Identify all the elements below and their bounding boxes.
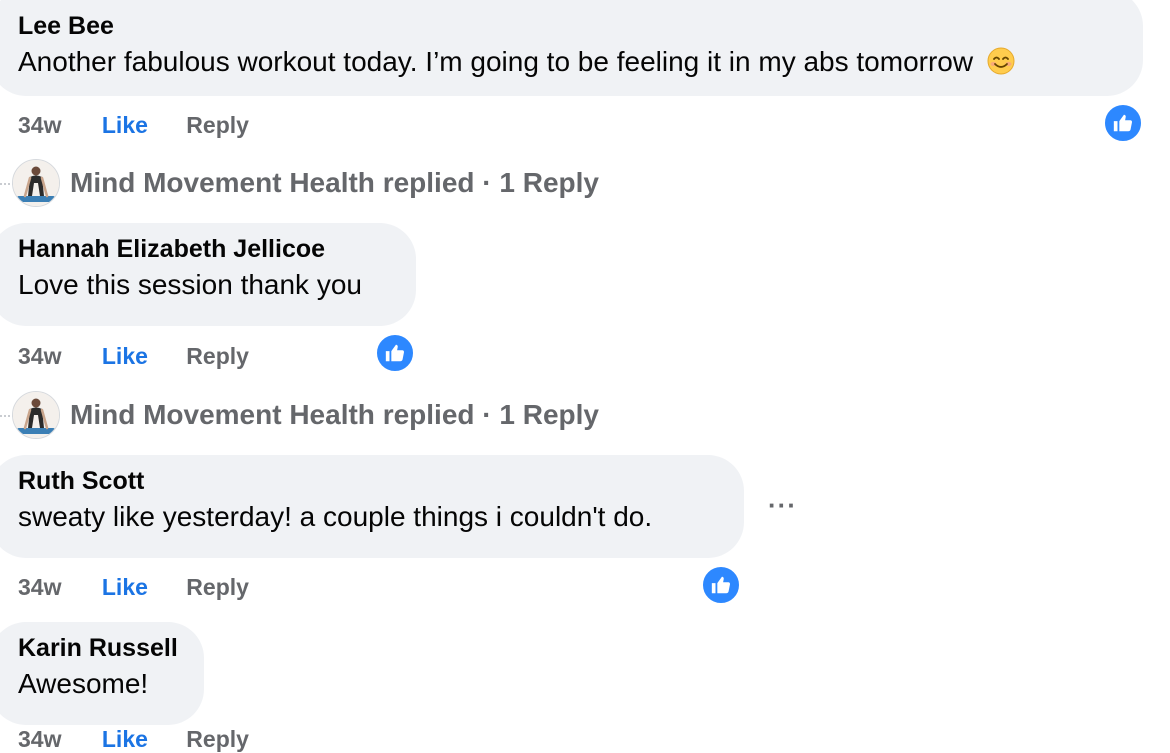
comment-author[interactable]: Lee Bee — [18, 10, 1119, 42]
like-button[interactable]: Like — [102, 343, 148, 370]
comment-timestamp[interactable]: 34w — [18, 112, 61, 139]
comment-actions: 34w Like Reply — [18, 574, 249, 601]
like-reaction-badge[interactable] — [375, 333, 415, 373]
comment-text: Love this session thank you — [18, 269, 362, 300]
reply-button[interactable]: Reply — [186, 343, 249, 370]
reply-button[interactable]: Reply — [186, 574, 249, 601]
replied-summary[interactable]: Mind Movement Health replied · 1 Reply — [70, 399, 599, 431]
comment-bubble: Ruth Scott sweaty like yesterday! a coup… — [0, 455, 744, 558]
view-replies-link[interactable]: Mind Movement Health replied · 1 Reply — [12, 159, 599, 207]
comment-timestamp[interactable]: 34w — [18, 574, 61, 601]
person-exercising-icon — [13, 392, 59, 438]
person-exercising-icon — [13, 160, 59, 206]
comment-text: Awesome! — [18, 668, 149, 699]
comment-text: sweaty like yesterday! a couple things i… — [18, 501, 653, 532]
comment-bubble: Lee Bee Another fabulous workout today. … — [0, 0, 1143, 96]
comment-bubble: Karin Russell Awesome! — [0, 622, 204, 725]
comment-author[interactable]: Karin Russell — [18, 632, 180, 664]
comment-timestamp[interactable]: 34w — [18, 726, 61, 753]
like-button[interactable]: Like — [102, 574, 148, 601]
comment-actions: 34w Like Reply — [18, 343, 249, 370]
comment-actions: 34w Like Reply — [18, 112, 249, 139]
comment-text: Another fabulous workout today. I’m goin… — [18, 42, 1119, 82]
comment-actions: 34w Like Reply — [18, 726, 249, 753]
reply-button[interactable]: Reply — [186, 726, 249, 753]
comment-bubble: Hannah Elizabeth Jellicoe Love this sess… — [0, 223, 416, 326]
smiling-face-emoji-icon — [987, 47, 1015, 75]
page-avatar — [12, 159, 60, 207]
comment-timestamp[interactable]: 34w — [18, 343, 61, 370]
like-reaction-badge[interactable] — [701, 565, 741, 605]
thumbs-up-icon — [711, 576, 731, 594]
view-replies-link[interactable]: Mind Movement Health replied · 1 Reply — [12, 391, 599, 439]
comment-author[interactable]: Hannah Elizabeth Jellicoe — [18, 233, 392, 265]
like-button[interactable]: Like — [102, 112, 148, 139]
page-avatar — [12, 391, 60, 439]
thumbs-up-icon — [385, 344, 405, 362]
thumbs-up-icon — [1113, 114, 1133, 132]
comment-text-body: Another fabulous workout today. I’m goin… — [18, 46, 974, 77]
like-reaction-badge[interactable] — [1103, 103, 1143, 143]
comment-author[interactable]: Ruth Scott — [18, 465, 720, 497]
like-button[interactable]: Like — [102, 726, 148, 753]
replied-summary[interactable]: Mind Movement Health replied · 1 Reply — [70, 167, 599, 199]
more-options-button[interactable]: ··· — [768, 490, 797, 521]
reply-button[interactable]: Reply — [186, 112, 249, 139]
